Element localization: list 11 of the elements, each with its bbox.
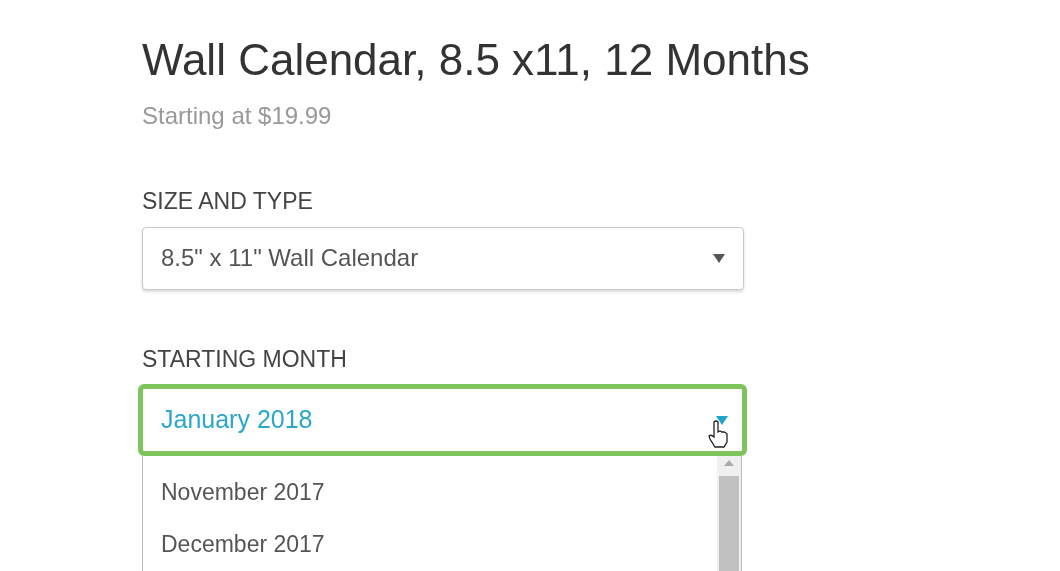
product-price: Starting at $19.99	[142, 101, 333, 131]
pointer-hand-icon	[707, 420, 731, 450]
field-label: SIZE AND TYPE	[142, 187, 314, 216]
dropdown-option[interactable]: December 2017	[143, 518, 717, 570]
caret-icon	[716, 415, 728, 425]
caret-icon	[713, 253, 725, 263]
product-title: Wall Calendar, 8.5 x11, 12 Months	[142, 34, 811, 86]
dropdown-option[interactable]: November 2017	[143, 466, 717, 518]
field-label: STARTING MONTH	[142, 344, 348, 374]
scroll-up-icon[interactable]	[724, 460, 734, 466]
select-field[interactable]: 8.5" x 11" Wall Calendar	[142, 226, 744, 290]
